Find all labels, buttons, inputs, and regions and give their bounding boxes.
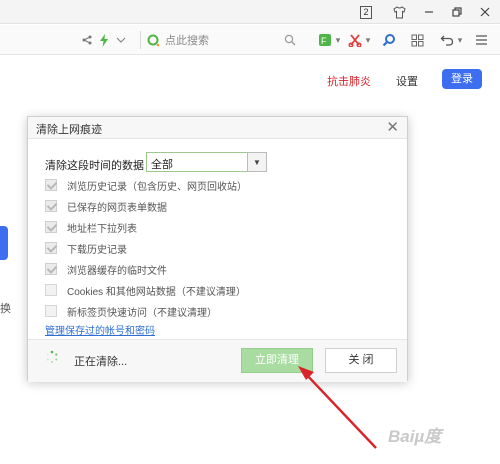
option-label: 浏览历史记录（包含历史、网页回收站） xyxy=(67,181,247,193)
option-label: 新标签页快速访问（不建议清理） xyxy=(67,307,217,319)
chevron-down-icon[interactable]: ▾ xyxy=(364,31,372,49)
magnifier-icon[interactable] xyxy=(382,31,396,49)
option-browsing-history[interactable]: 浏览历史记录（包含历史、网页回收站） xyxy=(45,178,247,193)
option-label: 地址栏下拉列表 xyxy=(67,223,137,235)
option-download-history[interactable]: 下载历史记录 xyxy=(45,241,127,256)
share-icon[interactable] xyxy=(80,31,94,49)
undo-icon[interactable] xyxy=(440,31,454,49)
chevron-down-icon[interactable]: ▾ xyxy=(456,31,464,49)
manage-passwords-link[interactable]: 管理保存过的帐号和密码 xyxy=(45,322,155,337)
chevron-down-icon[interactable]: ▾ xyxy=(334,31,342,49)
login-button[interactable]: 登录 xyxy=(442,69,482,89)
time-range-label: 清除这段时间的数据： xyxy=(45,160,155,172)
clearing-status: 正在清除... xyxy=(74,356,128,368)
side-tab[interactable] xyxy=(0,226,8,260)
search-icon[interactable] xyxy=(283,31,297,49)
search-placeholder[interactable]: 点此搜索 xyxy=(165,32,209,48)
option-cache-files[interactable]: 浏览器缓存的临时文件 xyxy=(45,262,167,277)
option-label: 已保存的网页表单数据 xyxy=(67,202,167,214)
close-icon[interactable]: ✕ xyxy=(386,120,399,135)
checkbox[interactable] xyxy=(45,242,57,254)
lightning-icon[interactable] xyxy=(98,31,110,49)
checkbox[interactable] xyxy=(45,263,57,275)
side-text: 换 xyxy=(0,303,11,315)
apps-grid-icon[interactable] xyxy=(410,31,424,49)
loading-spinner-icon xyxy=(46,350,58,363)
checkbox[interactable] xyxy=(45,200,57,212)
dialog-close-button[interactable]: 关 闭 xyxy=(325,348,397,373)
close-icon[interactable] xyxy=(474,3,496,21)
checkbox[interactable] xyxy=(45,305,57,317)
baidu-watermark: Baiµ度 xyxy=(388,427,442,446)
checkbox[interactable] xyxy=(45,221,57,233)
chevron-down-icon[interactable]: ▼ xyxy=(247,152,267,172)
svg-text:F: F xyxy=(321,36,327,46)
option-cookies[interactable]: Cookies 和其他网站数据（不建议清理） xyxy=(45,283,246,298)
browser-toolbar: 点此搜索 F ▾ ▾ ▾ xyxy=(0,25,500,55)
option-label: Cookies 和其他网站数据（不建议清理） xyxy=(67,286,246,298)
checkbox[interactable] xyxy=(45,179,57,191)
tab-count-badge[interactable]: 2 xyxy=(360,6,372,19)
option-label: 浏览器缓存的临时文件 xyxy=(67,265,167,277)
search-box[interactable]: 点此搜索 xyxy=(140,31,300,49)
shirt-icon[interactable] xyxy=(388,3,410,21)
chevron-down-icon[interactable] xyxy=(115,31,127,49)
translate-icon[interactable]: F xyxy=(318,31,332,49)
minimize-icon[interactable] xyxy=(418,3,440,21)
menu-icon[interactable] xyxy=(474,31,488,49)
dialog-titlebar: 清除上网痕迹 ✕ xyxy=(28,117,407,139)
search-engine-icon[interactable] xyxy=(147,34,160,47)
dialog-title: 清除上网痕迹 xyxy=(36,124,102,136)
epidemic-link[interactable]: 抗击肺炎 xyxy=(327,73,371,89)
option-label: 下载历史记录 xyxy=(67,244,127,256)
scissors-icon[interactable] xyxy=(348,31,362,49)
restore-icon[interactable] xyxy=(446,3,468,21)
settings-link[interactable]: 设置 xyxy=(396,73,418,89)
checkbox[interactable] xyxy=(45,284,57,296)
option-address-bar-list[interactable]: 地址栏下拉列表 xyxy=(45,220,137,235)
time-range-value[interactable]: 全部 xyxy=(151,156,173,172)
window-titlebar: 2 xyxy=(0,0,500,24)
option-new-tab-quick-access[interactable]: 新标签页快速访问（不建议清理） xyxy=(45,304,217,319)
clean-now-button[interactable]: 立即清理 xyxy=(241,348,313,373)
option-form-data[interactable]: 已保存的网页表单数据 xyxy=(45,199,167,214)
clear-history-dialog: 清除上网痕迹 ✕ 清除这段时间的数据： 全部 ▼ 浏览历史记录（包含历史、网页回… xyxy=(27,116,408,382)
